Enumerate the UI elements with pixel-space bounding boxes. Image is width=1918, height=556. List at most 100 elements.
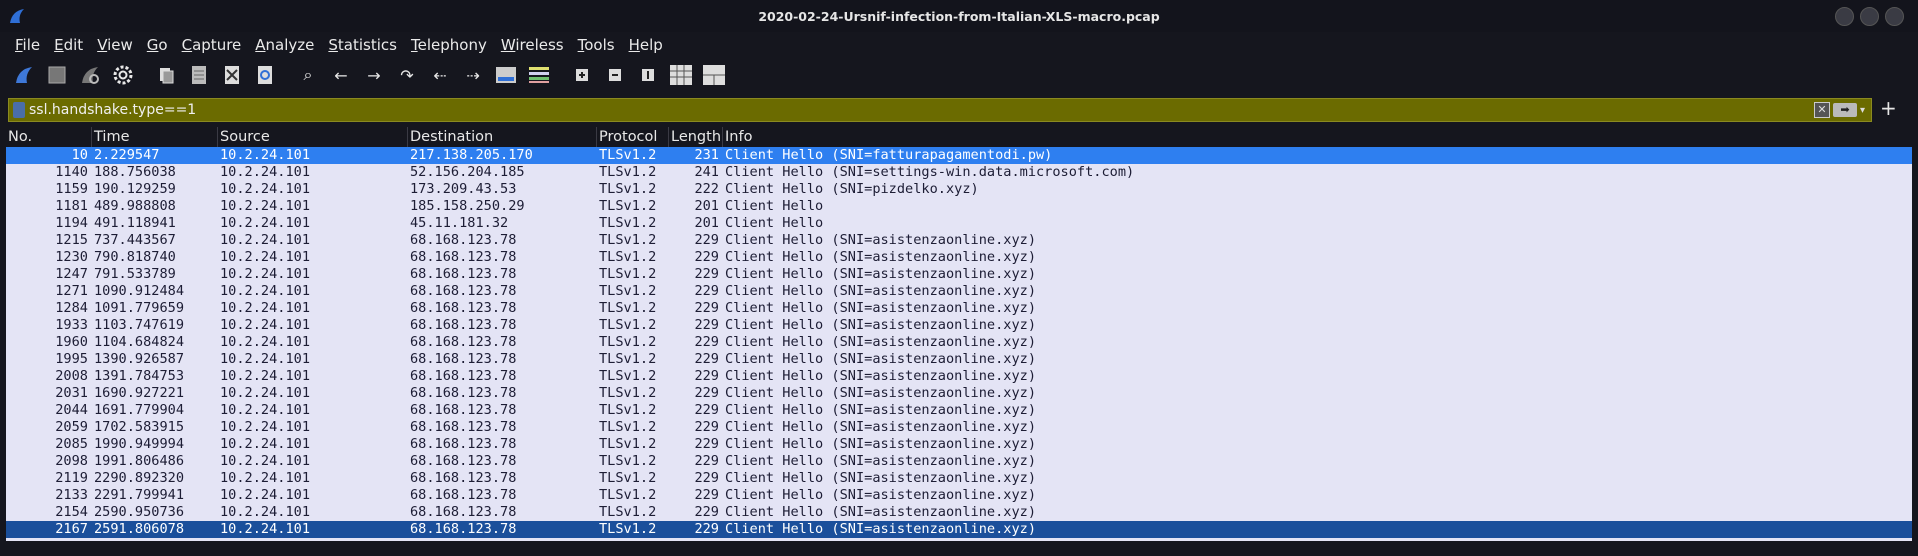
cell-dst: 68.168.123.78 [410,436,517,452]
close-button[interactable] [1885,7,1904,26]
menu-bar: File Edit View Go Capture Analyze Statistics Te… [0,32,1918,58]
cell-src: 10.2.24.101 [220,249,311,265]
normal-size-icon[interactable] [634,61,662,89]
clear-filter-icon[interactable]: ✕ [1813,102,1830,118]
cell-info: Client Hello (SNI=asistenzaonline.xyz) [725,385,1036,401]
go-back-arrow-icon[interactable]: ← [327,61,355,89]
wireshark-fin-icon [10,9,24,23]
cell-len: 229 [694,249,719,265]
table-row[interactable]: 2008 1391.784753 10.2.24.101 68.168.123.78 T… [6,368,1912,385]
column-header-source[interactable]: Source [218,127,408,147]
autoscroll-icon[interactable] [492,61,520,89]
table-row[interactable]: 1247 791.533789 10.2.24.101 68.168.123.78 TL… [6,266,1912,283]
table-row[interactable]: 2119 2290.892320 10.2.24.101 68.168.123.78 T… [6,470,1912,487]
menu-statistics[interactable]: Statistics [321,32,404,58]
table-row[interactable]: 1933 1103.747619 10.2.24.101 68.168.123.78 T… [6,317,1912,334]
reload-file-icon[interactable] [251,61,279,89]
column-header-destination[interactable]: Destination [408,127,597,147]
menu-go[interactable]: Go [140,32,175,58]
cell-dst: 173.209.43.53 [410,181,517,197]
minimize-button[interactable] [1835,7,1854,26]
table-row[interactable]: 1159 190.129259 10.2.24.101 173.209.43.53 TL… [6,181,1912,198]
cell-proto: TLSv1.2 [599,368,657,384]
cell-src: 10.2.24.101 [220,436,311,452]
first-packet-icon[interactable]: ⇠ [426,61,454,89]
table-row[interactable]: 1995 1390.926587 10.2.24.101 68.168.123.78 T… [6,351,1912,368]
expand-subtrees-icon[interactable] [700,61,728,89]
table-row[interactable]: 2031 1690.927221 10.2.24.101 68.168.123.78 T… [6,385,1912,402]
table-row[interactable]: 1181 489.988808 10.2.24.101 185.158.250.29 T… [6,198,1912,215]
table-row[interactable]: 1215 737.443567 10.2.24.101 68.168.123.78 TL… [6,232,1912,249]
stop-capture-icon[interactable] [43,61,71,89]
cell-len: 229 [694,470,719,486]
table-row[interactable]: 2133 2291.799941 10.2.24.101 68.168.123.78 T… [6,487,1912,504]
cell-proto: TLSv1.2 [599,283,657,299]
column-header-time[interactable]: Time [92,127,218,147]
table-row[interactable]: 1230 790.818740 10.2.24.101 68.168.123.78 TL… [6,249,1912,266]
table-row[interactable]: 2167 2591.806078 10.2.24.101 68.168.123.78 T… [6,521,1912,538]
cell-len: 229 [694,504,719,520]
cell-len: 229 [694,453,719,469]
menu-capture[interactable]: Capture [175,32,249,58]
cell-src: 10.2.24.101 [220,521,311,537]
cell-proto: TLSv1.2 [599,147,657,163]
go-forward-arrow-icon[interactable]: → [360,61,388,89]
resize-columns-icon[interactable] [667,61,695,89]
cell-dst: 68.168.123.78 [410,283,517,299]
go-to-packet-icon[interactable]: ↷ [393,61,421,89]
menu-help[interactable]: Help [622,32,670,58]
menu-view[interactable]: View [90,32,140,58]
cell-no: 2119 [55,470,88,486]
table-row[interactable]: 1194 491.118941 10.2.24.101 45.11.181.32 TLS… [6,215,1912,232]
display-filter-input[interactable]: ssl.handshake.type==1 [29,102,1814,118]
colorize-icon[interactable] [525,61,553,89]
table-row[interactable]: 2098 1991.806486 10.2.24.101 68.168.123.78 T… [6,453,1912,470]
table-row[interactable]: 1271 1090.912484 10.2.24.101 68.168.123.78 T… [6,283,1912,300]
cell-time: 1104.684824 [94,334,185,350]
table-row[interactable]: 1284 1091.779659 10.2.24.101 68.168.123.78 T… [6,300,1912,317]
table-row[interactable]: 2154 2590.950736 10.2.24.101 68.168.123.78 T… [6,504,1912,521]
column-header-protocol[interactable]: Protocol [597,127,669,147]
menu-file[interactable]: File [8,32,47,58]
maximize-button[interactable] [1860,7,1879,26]
cell-dst: 68.168.123.78 [410,317,517,333]
cell-proto: TLSv1.2 [599,419,657,435]
menu-tools[interactable]: Tools [571,32,622,58]
table-row[interactable]: 1140 188.756038 10.2.24.101 52.156.204.185 T… [6,164,1912,181]
cell-proto: TLSv1.2 [599,334,657,350]
open-file-icon[interactable] [152,61,180,89]
capture-options-gear-icon[interactable] [109,61,137,89]
cell-time: 190.129259 [94,181,176,197]
table-row[interactable]: 2085 1990.949994 10.2.24.101 68.168.123.78 T… [6,436,1912,453]
cell-no: 1247 [55,266,88,282]
table-row[interactable]: 10 2.229547 10.2.24.101 217.138.205.170 TLSv… [6,147,1912,164]
add-filter-button-plus-icon[interactable]: + [1880,96,1897,120]
column-header-no[interactable]: No. [6,127,92,147]
cell-time: 2.229547 [94,147,160,163]
column-header-length[interactable]: Length [669,127,723,147]
cell-no: 1159 [55,181,88,197]
cell-info: Client Hello (SNI=asistenzaonline.xyz) [725,368,1036,384]
find-packet-search-icon[interactable]: ⌕ [294,61,322,89]
filter-bookmark-icon[interactable] [13,102,25,118]
menu-analyze[interactable]: Analyze [248,32,321,58]
restart-capture-icon[interactable] [76,61,104,89]
shark-fin-start-icon[interactable] [10,61,38,89]
apply-filter-arrow-icon[interactable]: ➡ [1832,103,1857,117]
zoom-in-icon[interactable] [568,61,596,89]
cell-len: 229 [694,300,719,316]
table-row[interactable]: 1960 1104.684824 10.2.24.101 68.168.123.78 T… [6,334,1912,351]
menu-edit[interactable]: Edit [47,32,90,58]
close-file-icon[interactable] [218,61,246,89]
table-row[interactable]: 2044 1691.779904 10.2.24.101 68.168.123.78 T… [6,402,1912,419]
filter-history-dropdown-icon[interactable]: ▾ [1860,105,1865,116]
table-row[interactable]: 2059 1702.583915 10.2.24.101 68.168.123.78 T… [6,419,1912,436]
zoom-out-icon[interactable] [601,61,629,89]
cell-info: Client Hello (SNI=asistenzaonline.xyz) [725,300,1036,316]
last-packet-icon[interactable]: ⇢ [459,61,487,89]
cell-src: 10.2.24.101 [220,351,311,367]
menu-wireless[interactable]: Wireless [494,32,571,58]
menu-telephony[interactable]: Telephony [404,32,494,58]
save-file-icon[interactable] [185,61,213,89]
column-header-info[interactable]: Info [723,127,1912,147]
